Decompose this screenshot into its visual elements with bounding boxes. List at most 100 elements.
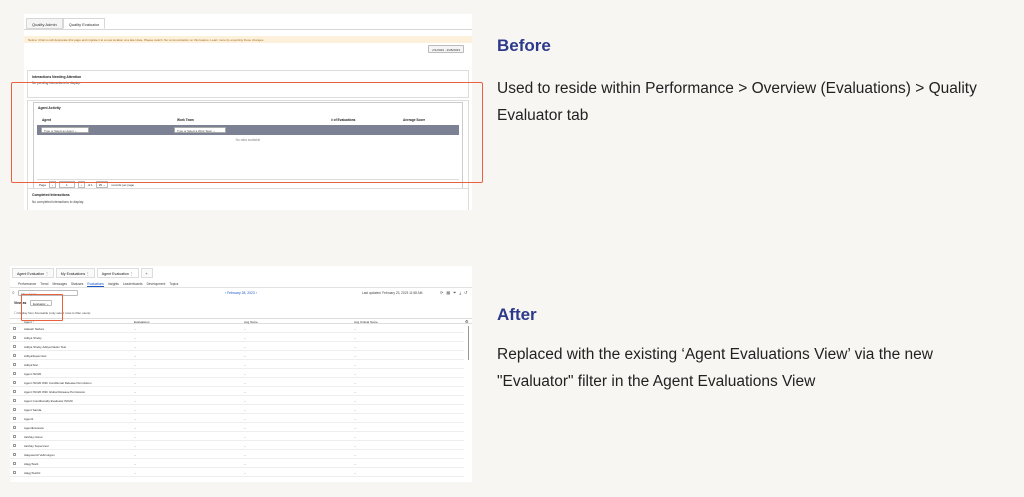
table-row[interactable]: Agent ISO20 With Global Release Permissi… xyxy=(10,388,464,396)
cell-avg-score: -- xyxy=(244,471,246,475)
reset-icon[interactable]: ↺ xyxy=(464,290,467,295)
tab-quality-evaluator[interactable]: Quality Evaluator xyxy=(62,18,106,29)
cell-avg-score: -- xyxy=(244,408,246,412)
after-screenshot: Agent Evaluation ⋮ My Evaluations ⋮ Agen… xyxy=(10,266,472,482)
row-checkbox[interactable] xyxy=(13,372,17,376)
filter-icon[interactable]: ⏷ xyxy=(453,290,456,295)
agent-name[interactable]: Akshay Supervisor xyxy=(24,444,49,448)
cell-avg-critical-score: -- xyxy=(354,462,356,466)
more-icon[interactable]: ⋮ xyxy=(45,272,49,276)
after-heading: After xyxy=(497,305,537,324)
row-checkbox[interactable] xyxy=(13,345,17,349)
table-row[interactable]: Agent Conditionally Evaluator ISO20 -- -- -… xyxy=(10,397,464,405)
date-picker[interactable]: ‹ February 28, 2023 › xyxy=(225,291,257,295)
tab-label: Agent Evaluation xyxy=(17,272,45,276)
agent-name[interactable]: Aditya Shetty Aditya Dawin Test xyxy=(24,345,66,349)
col-avg-critical-score[interactable]: Avg Critical Score xyxy=(354,320,378,324)
row-checkbox[interactable] xyxy=(13,399,17,403)
row-checkbox[interactable] xyxy=(13,408,17,412)
cell-avg-score: -- xyxy=(244,336,246,340)
table-row[interactable]: Alagusamil Vellmurgan -- -- -- xyxy=(10,451,464,459)
row-checkbox[interactable] xyxy=(13,426,17,430)
table-row[interactable]: Agent ISO20 With Conditional Release Per… xyxy=(10,379,464,387)
tab-agent-evaluation[interactable]: Agent Evaluation ⋮ xyxy=(12,268,54,278)
cell-avg-score: -- xyxy=(244,363,246,367)
table-row[interactable]: Agent1 -- -- -- xyxy=(10,415,464,423)
row-checkbox[interactable] xyxy=(13,471,17,475)
table-scrollbar[interactable] xyxy=(467,326,469,360)
agent-name[interactable]: Agent ISO20 With Conditional Release Per… xyxy=(24,381,91,385)
agent-name[interactable]: AlagyTest1 xyxy=(24,462,39,466)
row-checkbox[interactable] xyxy=(13,444,17,448)
cell-avg-critical-score: -- xyxy=(354,354,356,358)
table-row[interactable]: Akshay Home -- -- -- xyxy=(10,433,464,441)
before-description: Used to reside within Performance > Over… xyxy=(497,80,977,124)
table-row[interactable]: Akshay Supervisor -- -- -- xyxy=(10,442,464,450)
cell-evaluations: -- xyxy=(134,399,136,403)
tab-quality-admin[interactable]: Quality Admin xyxy=(26,18,63,29)
per-page-label: records per page xyxy=(111,182,135,187)
row-checkbox[interactable] xyxy=(13,453,17,457)
nav-divider xyxy=(10,287,472,288)
table-row[interactable]: Aakash Nellore -- -- -- xyxy=(10,325,464,333)
needing-attention-title: Interactions Needing Attention xyxy=(32,75,82,79)
refresh-icon[interactable]: ⟳ xyxy=(440,290,443,295)
date-range-picker[interactable]: 2/1/2023 - 2/28/2023 xyxy=(428,45,464,53)
row-checkbox[interactable] xyxy=(13,363,17,367)
cell-avg-score: -- xyxy=(244,435,246,439)
col-avg-score[interactable]: Avg Score xyxy=(244,320,258,324)
add-tab-button[interactable]: + xyxy=(140,268,153,278)
more-icon[interactable]: ⋮ xyxy=(130,272,134,276)
table-row[interactable]: AlagyTest10 -- -- -- xyxy=(10,469,464,477)
agent-name[interactable]: Akshay Home xyxy=(24,435,43,439)
cell-avg-score: -- xyxy=(244,417,246,421)
more-icon[interactable]: ⋮ xyxy=(86,272,90,276)
download-icon[interactable]: ⤓ xyxy=(459,290,461,295)
agent-name[interactable]: AdityaTest xyxy=(24,363,38,367)
row-checkbox[interactable] xyxy=(13,390,17,394)
toolbar-icons: ⟳ ▦ ⏷ ⤓ ↺ xyxy=(440,290,467,295)
agent-name[interactable]: AlagyTest10 xyxy=(24,471,40,475)
table-row[interactable]: AlagyTest1 -- -- -- xyxy=(10,460,464,468)
tab-agent-evaluation-active[interactable]: Agent Evaluation ⋮ xyxy=(96,268,139,278)
table-row[interactable]: AdityaSupervisor -- -- -- xyxy=(10,352,464,360)
agent-name[interactable]: AdityaSupervisor xyxy=(24,354,47,358)
row-checkbox[interactable] xyxy=(13,354,17,358)
table-row[interactable]: Agent ISO20 -- -- -- xyxy=(10,370,464,378)
calendar-icon[interactable]: ▦ xyxy=(446,290,450,295)
table-row[interactable]: Agent Sanda -- -- -- xyxy=(10,406,464,414)
tab-my-evaluations[interactable]: My Evaluations ⋮ xyxy=(55,268,95,278)
cell-evaluations: -- xyxy=(134,372,136,376)
before-tabs: Quality Admin Quality Evaluator xyxy=(26,18,106,29)
row-checkbox[interactable] xyxy=(13,462,17,466)
tabs-divider xyxy=(24,29,472,30)
agent-name[interactable]: Agent Sanda xyxy=(24,408,41,412)
cell-evaluations: -- xyxy=(134,462,136,466)
col-evaluations[interactable]: Evaluations xyxy=(134,320,150,324)
row-checkbox[interactable] xyxy=(13,435,17,439)
row-checkbox[interactable] xyxy=(13,327,17,331)
settings-icon[interactable]: ⚙ xyxy=(465,319,469,324)
agent-name[interactable]: Aakash Nellore xyxy=(24,327,44,331)
agent-name[interactable]: Agent1 xyxy=(24,417,34,421)
agent-name[interactable]: Agent ISO20 xyxy=(24,372,41,376)
completed-text: No completed interactions to display. xyxy=(32,200,84,204)
highlight-box-after xyxy=(21,294,63,321)
table-row[interactable]: AdityaTest -- -- -- xyxy=(10,361,464,369)
cell-avg-score: -- xyxy=(244,345,246,349)
cell-avg-score: -- xyxy=(244,462,246,466)
agent-name[interactable]: Alagusamil Vellmurgan xyxy=(24,453,55,457)
search-icon[interactable]: ⌕ xyxy=(12,290,15,296)
agent-name[interactable]: Agent ISO20 With Global Release Permissi… xyxy=(24,390,85,394)
row-checkbox[interactable] xyxy=(13,381,17,385)
table-row[interactable]: Aditya Shetty Aditya Dawin Test -- -- -- xyxy=(10,343,464,351)
row-checkbox[interactable] xyxy=(13,417,17,421)
cell-avg-critical-score: -- xyxy=(354,372,356,376)
agent-name[interactable]: Agent Conditionally Evaluator ISO20 xyxy=(24,399,73,403)
table-row[interactable]: Aditya Shetty -- -- -- xyxy=(10,334,464,342)
agent-name[interactable]: Aditya Shetty xyxy=(24,336,42,340)
after-tabs: Agent Evaluation ⋮ My Evaluations ⋮ Agen… xyxy=(12,268,153,278)
table-row[interactable]: AgentEnvtesta -- -- -- xyxy=(10,424,464,432)
row-checkbox[interactable] xyxy=(13,336,17,340)
agent-name[interactable]: AgentEnvtesta xyxy=(24,426,44,430)
